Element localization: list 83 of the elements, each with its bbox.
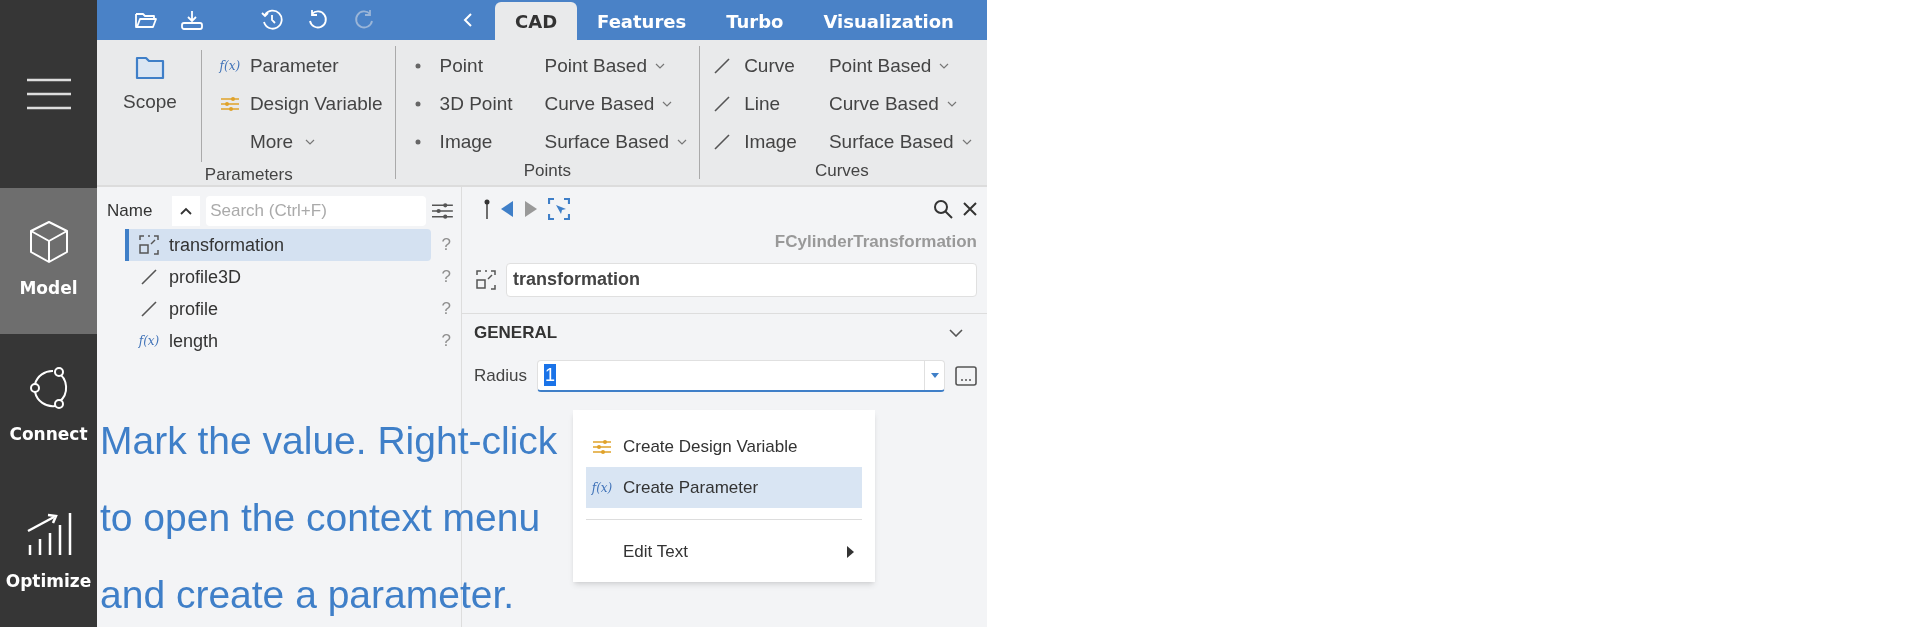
function-icon: f(x) bbox=[138, 332, 160, 350]
chevron-down-icon bbox=[662, 101, 673, 107]
search-field[interactable]: Search (Ctrl+F) bbox=[206, 196, 427, 226]
chevron-down-icon bbox=[949, 328, 963, 337]
menu-item[interactable]: Edit Text bbox=[586, 531, 862, 572]
ribbon-dropdown[interactable]: Curve Based bbox=[828, 88, 972, 120]
back-icon[interactable] bbox=[500, 200, 514, 218]
type-label: FCylinderTransformation bbox=[774, 231, 977, 253]
line-icon bbox=[713, 57, 732, 75]
ribbon-button[interactable]: Point bbox=[407, 50, 513, 82]
transform-icon bbox=[139, 235, 159, 255]
menu-item[interactable]: f(x) Create Parameter bbox=[586, 467, 862, 508]
tree-item[interactable]: f(x) length bbox=[125, 325, 431, 357]
ribbon-button[interactable]: f(x) Parameter bbox=[217, 50, 383, 82]
bullet-icon bbox=[414, 101, 421, 107]
bullet-icon bbox=[414, 63, 421, 69]
ribbon-tab[interactable]: Turbo bbox=[706, 2, 804, 40]
ribbon-tab[interactable]: Features bbox=[577, 2, 707, 40]
download-icon[interactable] bbox=[181, 10, 203, 30]
ribbon-button[interactable]: Design Variable bbox=[217, 88, 383, 120]
line-icon bbox=[713, 133, 732, 151]
chevron-down-icon bbox=[946, 101, 957, 107]
ribbon-tab[interactable]: CAD bbox=[495, 2, 578, 40]
ribbon-dropdown[interactable]: Surface Based bbox=[828, 126, 972, 158]
ribbon-dropdown[interactable]: Point Based bbox=[544, 50, 688, 82]
section-header[interactable]: GENERAL bbox=[472, 313, 977, 352]
menu-item[interactable]: Create Design Variable bbox=[586, 426, 862, 467]
sort-button[interactable] bbox=[171, 196, 201, 226]
ribbon-button[interactable]: Curve bbox=[712, 50, 797, 82]
bullet-icon bbox=[414, 139, 421, 145]
more-dropdown[interactable]: More bbox=[217, 126, 316, 158]
open-folder-icon[interactable] bbox=[135, 11, 157, 29]
name-field[interactable]: transformation bbox=[506, 262, 977, 297]
ribbon-tab[interactable]: Visualization bbox=[803, 2, 974, 40]
instruction-caption: Mark the value. Right-click to open the context menu and create a parameter. bbox=[100, 418, 559, 618]
function-icon: f(x) bbox=[219, 57, 241, 75]
chevron-down-icon bbox=[939, 63, 950, 69]
column-header: Name bbox=[107, 200, 154, 223]
more-options-icon[interactable] bbox=[955, 365, 977, 386]
tree-item[interactable]: profile bbox=[125, 293, 431, 325]
undo-icon[interactable] bbox=[307, 9, 329, 31]
collapse-icon[interactable] bbox=[463, 12, 473, 28]
selected-value: 1 bbox=[543, 364, 556, 386]
ribbon-dropdown[interactable]: Curve Based bbox=[544, 88, 688, 120]
filter-icon[interactable] bbox=[432, 202, 453, 220]
line-icon bbox=[140, 300, 158, 318]
ribbon-dropdown[interactable]: Surface Based bbox=[544, 126, 688, 158]
line-icon bbox=[140, 268, 158, 286]
search-icon[interactable] bbox=[933, 199, 953, 219]
sliders-icon bbox=[219, 96, 240, 112]
chevron-down-icon bbox=[961, 139, 972, 145]
chevron-down-icon bbox=[654, 63, 665, 69]
chevron-down-icon bbox=[305, 139, 316, 145]
ribbon-button[interactable]: Line bbox=[712, 88, 797, 120]
close-icon[interactable] bbox=[963, 202, 977, 216]
radius-combobox[interactable]: 1 bbox=[536, 359, 945, 392]
field-label: Radius bbox=[474, 364, 527, 387]
group-label: Points bbox=[523, 160, 571, 182]
tree-item[interactable]: profile3D bbox=[125, 261, 431, 293]
line-icon bbox=[713, 95, 732, 113]
submenu-arrow-icon bbox=[847, 545, 854, 558]
transform-icon bbox=[476, 269, 496, 290]
function-icon: f(x) bbox=[591, 478, 613, 497]
forward-icon[interactable] bbox=[524, 200, 538, 218]
rail-item[interactable]: Model bbox=[0, 188, 97, 334]
chart-icon bbox=[25, 511, 72, 558]
dropdown-arrow-icon[interactable] bbox=[930, 372, 939, 378]
chevron-up-icon bbox=[179, 207, 192, 215]
sliders-icon bbox=[592, 438, 612, 455]
ribbon-button[interactable]: Image bbox=[712, 126, 797, 158]
ribbon-dropdown[interactable]: Point Based bbox=[828, 50, 972, 82]
group-label: Curves bbox=[814, 160, 869, 182]
ribbon-button[interactable]: Image bbox=[407, 126, 513, 158]
scope-button[interactable]: Scope bbox=[115, 50, 185, 162]
folder-icon bbox=[134, 54, 165, 80]
chevron-down-icon bbox=[677, 139, 688, 145]
ribbon-button[interactable]: 3D Point bbox=[407, 88, 513, 120]
history-icon[interactable] bbox=[261, 9, 283, 31]
select-icon[interactable] bbox=[548, 198, 570, 220]
cube-icon bbox=[27, 220, 70, 265]
pin-icon[interactable] bbox=[484, 199, 490, 219]
tree-item[interactable]: transformation bbox=[125, 229, 431, 261]
group-label: Parameters bbox=[204, 164, 293, 186]
